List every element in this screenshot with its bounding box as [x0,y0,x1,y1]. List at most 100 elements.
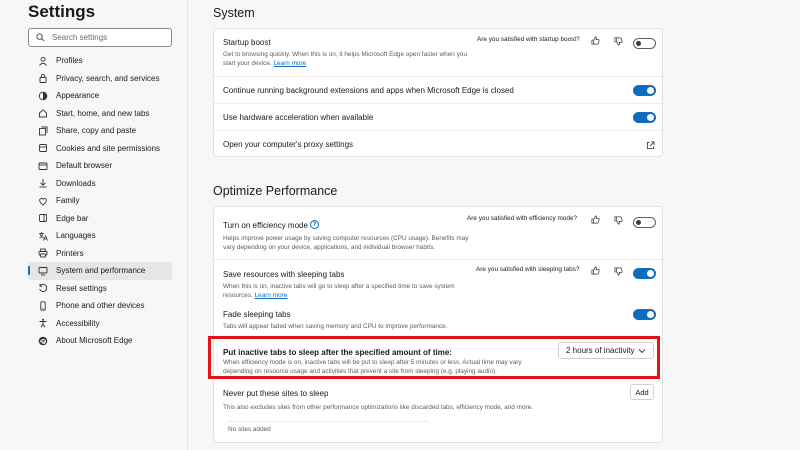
fade-sleeping-tabs-title: Fade sleeping tabs [223,310,291,319]
sidebar-item-printers[interactable]: Printers [28,245,172,263]
sidebar-item-family[interactable]: Family [28,192,172,210]
languages-icon [35,231,50,241]
appearance-icon [35,91,50,101]
sidebar-item-cookies[interactable]: Cookies and site permissions [28,140,172,158]
thumbs-up-icon[interactable] [590,214,600,224]
efficiency-mode-row: Turn on efficiency mode ? Helps improve … [214,207,664,259]
no-sites-text: No sites added [228,421,428,435]
efficiency-mode-toggle[interactable] [633,217,656,228]
share-icon [35,126,50,136]
reset-icon [35,283,50,293]
sidebar-nav: Profiles Privacy, search, and services A… [28,52,172,350]
highlight-box [208,336,660,379]
sleeping-tabs-title: Save resources with sleeping tabs [223,270,345,279]
proxy-settings-title: Open your computer's proxy settings [223,140,354,149]
download-icon [35,178,50,188]
fade-sleeping-tabs-toggle[interactable] [633,309,656,320]
search-icon [36,33,45,42]
sidebar-item-label: Family [56,196,80,206]
search-input[interactable]: Search settings [28,28,172,47]
sidebar-item-default-browser[interactable]: Default browser [28,157,172,175]
sidebar-item-label: Edge bar [56,213,89,223]
monitor-icon [35,266,50,276]
background-apps-row: Continue running background extensions a… [214,76,664,103]
sidebar-item-label: About Microsoft Edge [56,336,133,346]
sidebar-item-label: Privacy, search, and services [56,73,160,83]
search-placeholder: Search settings [52,33,108,42]
background-apps-toggle[interactable] [633,85,656,96]
never-sleep-desc: This also excludes sites from other perf… [223,404,533,411]
hardware-acceleration-toggle[interactable] [633,112,656,123]
never-sleep-title: Never put these sites to sleep [223,389,329,398]
sidebar-item-accessibility[interactable]: Accessibility [28,315,172,333]
sidebar-item-label: Share, copy and paste [56,126,137,136]
startup-boost-row: Startup boost Get to browsing quickly. W… [214,29,664,76]
sleeping-tabs-row: Save resources with sleeping tabs When t… [214,259,664,303]
efficiency-mode-desc: Helps improve power usage by saving comp… [223,235,469,251]
sidebar-item-start-home[interactable]: Start, home, and new tabs [28,105,172,123]
proxy-settings-row[interactable]: Open your computer's proxy settings [214,130,664,157]
sidebar-item-languages[interactable]: Languages [28,227,172,245]
phone-icon [35,301,50,311]
sidebar-item-label: Phone and other devices [56,301,145,311]
sidebar-item-label: Languages [56,231,96,241]
sidebar-item-phone[interactable]: Phone and other devices [28,297,172,315]
settings-title: Settings [28,2,96,21]
sidebar-item-label: Accessibility [56,318,100,328]
hardware-acceleration-row: Use hardware acceleration when available [214,103,664,130]
startup-boost-desc: Get to browsing quickly. When this is on… [223,51,467,67]
learn-more-link[interactable]: Learn more [273,60,306,67]
hardware-acceleration-title: Use hardware acceleration when available [223,113,374,122]
system-card: Startup boost Get to browsing quickly. W… [213,28,664,157]
sidebar-item-share[interactable]: Share, copy and paste [28,122,172,140]
lock-icon [35,73,50,84]
startup-feedback-text: Are you satisfied with startup boost? [477,36,580,43]
add-site-button[interactable]: Add [630,384,654,400]
startup-boost-title: Startup boost [223,38,271,47]
sleeping-tabs-toggle[interactable] [633,268,656,279]
sidebar-item-label: Profiles [56,56,83,66]
printer-icon [35,248,50,258]
info-icon[interactable]: ? [310,220,319,229]
edge-bar-icon [35,213,50,223]
sidebar-item-reset[interactable]: Reset settings [28,280,172,298]
section-title-system: System [213,6,255,20]
section-title-performance: Optimize Performance [213,184,338,198]
profile-icon [35,56,50,66]
startup-boost-toggle[interactable] [633,38,656,49]
sidebar-item-edge-bar[interactable]: Edge bar [28,210,172,228]
sidebar-item-label: System and performance [56,266,146,276]
accessibility-icon [35,318,50,328]
thumbs-down-icon[interactable] [613,36,623,46]
thumbs-up-icon[interactable] [590,35,600,45]
sidebar-item-label: Appearance [56,91,100,101]
sidebar-item-label: Reset settings [56,283,107,293]
efficiency-feedback-text: Are you satisfied with efficiency mode? [467,215,577,222]
never-sleep-row: Never put these sites to sleep This also… [214,380,664,444]
sleeping-feedback-text: Are you satisfied with sleeping tabs? [476,266,580,273]
sidebar-item-label: Start, home, and new tabs [56,108,150,118]
thumbs-down-icon[interactable] [613,266,623,276]
efficiency-mode-title: Turn on efficiency mode [223,221,308,230]
thumbs-up-icon[interactable] [590,265,600,275]
sidebar-item-about[interactable]: About Microsoft Edge [28,332,172,350]
family-icon [35,196,50,206]
cookie-icon [35,143,50,153]
home-icon [35,108,50,118]
thumbs-down-icon[interactable] [613,215,623,225]
edge-logo-icon [35,336,50,346]
sidebar-item-label: Default browser [56,161,113,171]
sidebar-item-label: Cookies and site permissions [56,143,161,153]
background-apps-title: Continue running background extensions a… [223,86,514,95]
sidebar-item-system-performance[interactable]: System and performance [28,262,172,280]
sidebar-item-profiles[interactable]: Profiles [28,52,172,70]
sidebar-item-label: Printers [56,248,84,258]
sleeping-tabs-desc: When this is on, inactive tabs will go t… [223,283,455,299]
sidebar-item-label: Downloads [56,178,96,188]
performance-card: Turn on efficiency mode ? Helps improve … [213,206,664,444]
sidebar-item-privacy[interactable]: Privacy, search, and services [28,70,172,88]
external-link-icon[interactable] [645,140,655,150]
sidebar-item-appearance[interactable]: Appearance [28,87,172,105]
learn-more-link[interactable]: Learn more [255,292,288,299]
sidebar-item-downloads[interactable]: Downloads [28,175,172,193]
